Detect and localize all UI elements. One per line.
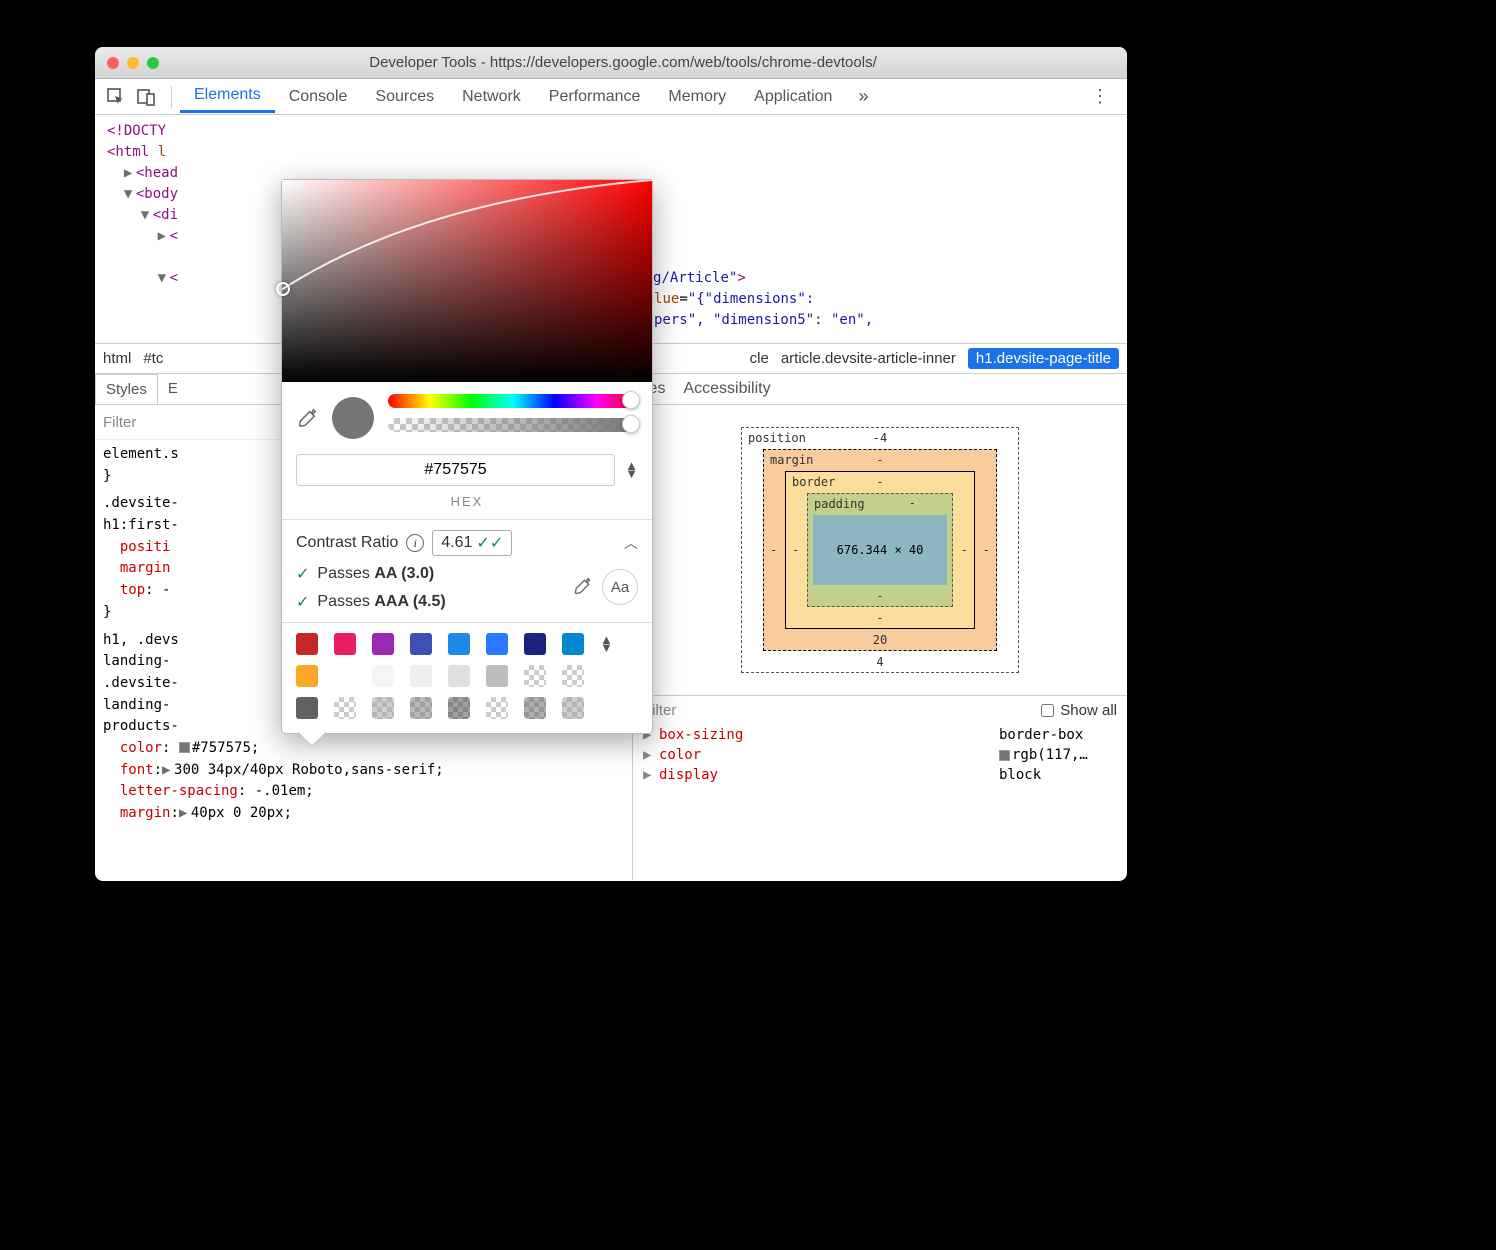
palette-swatch[interactable]: [372, 697, 394, 719]
dom-node[interactable]: <: [170, 228, 178, 244]
zoom-window-button[interactable]: [147, 57, 159, 69]
tab-network[interactable]: Network: [448, 82, 535, 112]
collapse-contrast-icon[interactable]: ︿: [624, 533, 638, 553]
collapse-icon[interactable]: ▼: [141, 205, 153, 226]
palette-swatch[interactable]: [562, 697, 584, 719]
slider-thumb[interactable]: [622, 391, 640, 409]
palette-swatch[interactable]: [448, 697, 470, 719]
palette-swatch[interactable]: [524, 665, 546, 687]
devtools-window: Developer Tools - https://developers.goo…: [95, 47, 1127, 881]
swatch-palette: ▲▼: [282, 623, 652, 733]
palette-swatch[interactable]: [524, 633, 546, 655]
palette-swatch[interactable]: [486, 697, 508, 719]
check-icon: ✓: [296, 564, 309, 584]
palette-swatch[interactable]: [334, 697, 356, 719]
palette-swatch[interactable]: [448, 633, 470, 655]
show-all-checkbox[interactable]: [1041, 704, 1054, 717]
contrast-section: Contrast Ratio i 4.61 ✓✓ ︿ ✓Passes AA (3…: [282, 520, 652, 622]
palette-swatch[interactable]: [410, 633, 432, 655]
dom-body-tag[interactable]: <body: [136, 186, 178, 202]
tab-sources[interactable]: Sources: [361, 82, 448, 112]
right-pane: ies Accessibility position -4 4 margin -…: [633, 374, 1127, 880]
tab-application[interactable]: Application: [740, 82, 846, 112]
toolbar: Elements Console Sources Network Perform…: [95, 79, 1127, 115]
palette-swatch[interactable]: [486, 665, 508, 687]
breadcrumb-item[interactable]: html: [103, 350, 131, 367]
tab-memory[interactable]: Memory: [654, 82, 740, 112]
expand-icon[interactable]: ▶: [124, 163, 136, 184]
box-model-content: 676.344 × 40: [813, 515, 947, 585]
palette-swatch[interactable]: [448, 665, 470, 687]
breadcrumb-item[interactable]: article.devsite-article-inner: [781, 350, 956, 367]
breadcrumb-item[interactable]: #tc: [143, 350, 163, 367]
check-icon: ✓: [296, 592, 309, 612]
computed-row[interactable]: ▶colorrgb(117,…: [633, 745, 1127, 765]
info-icon[interactable]: i: [406, 534, 424, 552]
tab-elements[interactable]: Elements: [180, 80, 275, 113]
titlebar: Developer Tools - https://developers.goo…: [95, 47, 1127, 79]
expand-icon[interactable]: ▶: [643, 767, 655, 783]
hex-label: HEX: [282, 494, 652, 519]
close-window-button[interactable]: [107, 57, 119, 69]
device-toolbar-icon[interactable]: [133, 84, 159, 110]
dom-doctype: <!DOCTY: [107, 123, 166, 139]
computed-styles: Filter Show all ▶box-sizingborder-box▶co…: [633, 695, 1127, 785]
text-sample-icon[interactable]: Aa: [602, 569, 638, 605]
color-spectrum[interactable]: [282, 180, 652, 382]
expand-icon[interactable]: ▶: [643, 747, 655, 763]
eyedropper-icon[interactable]: [296, 407, 318, 429]
inspect-element-icon[interactable]: [103, 84, 129, 110]
breadcrumb-item[interactable]: cle: [750, 350, 769, 367]
window-title: Developer Tools - https://developers.goo…: [167, 54, 1115, 71]
tab-console[interactable]: Console: [275, 82, 362, 112]
slider-thumb[interactable]: [622, 415, 640, 433]
more-tabs-icon[interactable]: »: [858, 86, 868, 107]
minimize-window-button[interactable]: [127, 57, 139, 69]
dom-head-tag[interactable]: <head: [136, 165, 178, 181]
breadcrumb-item-selected[interactable]: h1.devsite-page-title: [968, 348, 1119, 369]
filter-label[interactable]: Filter: [103, 414, 136, 431]
subtab-accessibility[interactable]: Accessibility: [683, 380, 770, 398]
collapse-icon[interactable]: ▼: [124, 184, 136, 205]
box-model[interactable]: position -4 4 margin - 20 - - border - -…: [633, 405, 1127, 695]
dom-html-tag[interactable]: <html: [107, 144, 149, 160]
palette-swatch[interactable]: [372, 633, 394, 655]
contrast-title: Contrast Ratio: [296, 534, 398, 552]
separator: [171, 86, 172, 108]
palette-swatch[interactable]: [562, 633, 584, 655]
subtab-styles[interactable]: Styles: [95, 374, 158, 404]
computed-row[interactable]: ▶displayblock: [633, 765, 1127, 785]
subtab-next[interactable]: E: [158, 374, 188, 404]
dom-div-tag[interactable]: <di: [153, 207, 178, 223]
palette-swatch[interactable]: [372, 665, 394, 687]
alpha-slider[interactable]: [388, 418, 638, 432]
palette-swatch[interactable]: [410, 697, 432, 719]
computed-row[interactable]: ▶box-sizingborder-box: [633, 725, 1127, 745]
color-picker-popover: ▲▼ HEX Contrast Ratio i 4.61 ✓✓ ︿ ✓Passe…: [281, 179, 653, 734]
color-swatch-icon[interactable]: [179, 742, 190, 753]
palette-swatch[interactable]: [296, 665, 318, 687]
palette-swatch[interactable]: [334, 665, 356, 687]
expand-icon[interactable]: ▶: [158, 226, 170, 247]
palette-switcher-icon[interactable]: ▲▼: [600, 636, 622, 652]
contrast-ratio-value: 4.61 ✓✓: [432, 530, 512, 556]
palette-swatch[interactable]: [334, 633, 356, 655]
hue-slider[interactable]: [388, 394, 638, 408]
spectrum-handle[interactable]: [276, 282, 290, 296]
collapse-icon[interactable]: ▼: [158, 268, 170, 289]
bg-eyedropper-icon[interactable]: [572, 576, 592, 599]
color-swatch-icon: [999, 750, 1010, 761]
palette-swatch[interactable]: [296, 697, 318, 719]
tab-performance[interactable]: Performance: [535, 82, 655, 112]
palette-swatch[interactable]: [562, 665, 584, 687]
format-switcher-icon[interactable]: ▲▼: [625, 462, 638, 478]
color-preview: [332, 397, 374, 439]
hex-input[interactable]: [296, 454, 615, 486]
palette-swatch[interactable]: [296, 633, 318, 655]
palette-swatch[interactable]: [410, 665, 432, 687]
settings-menu-icon[interactable]: ⋮: [1081, 86, 1119, 107]
palette-swatch[interactable]: [486, 633, 508, 655]
palette-swatch[interactable]: [524, 697, 546, 719]
